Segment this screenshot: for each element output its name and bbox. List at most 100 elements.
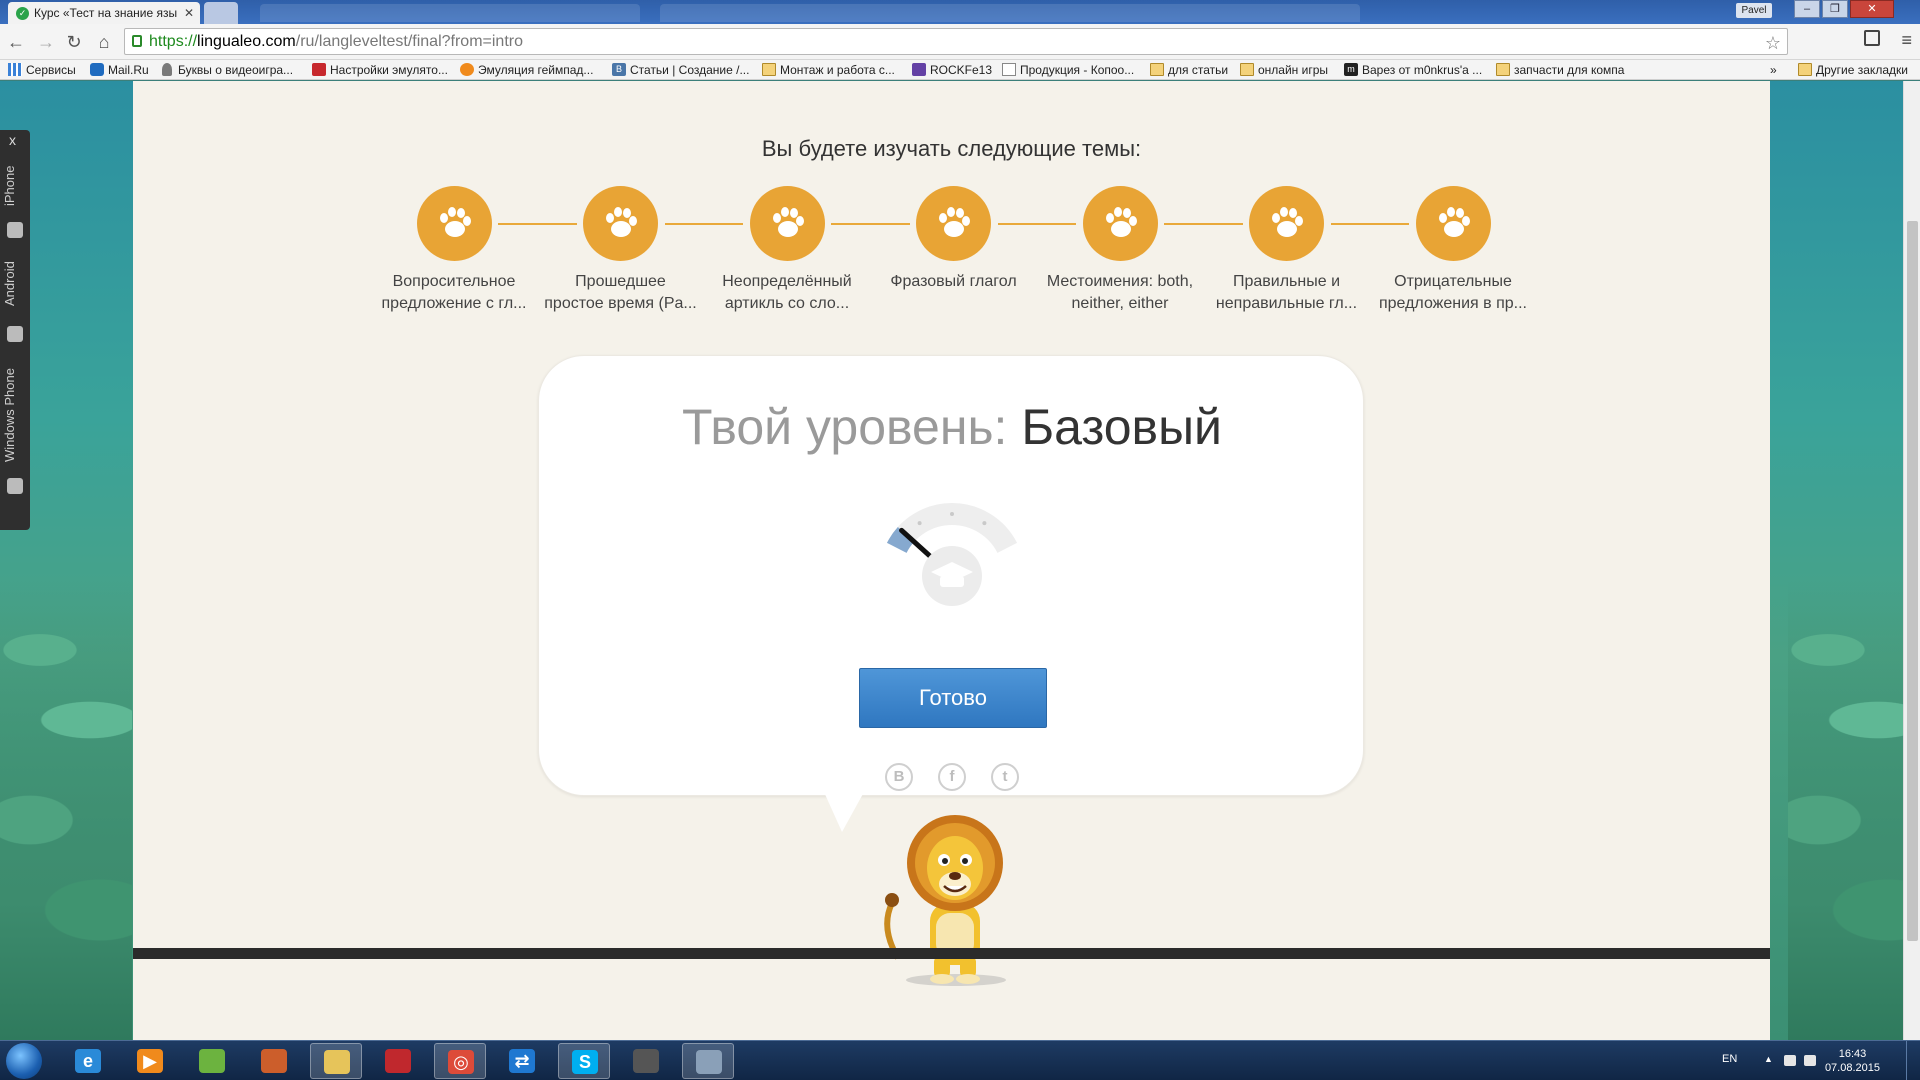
home-icon[interactable]: ⌂ — [94, 32, 114, 52]
system-tray: EN ▲ 16:43 07.08.2015 — [1700, 1041, 1920, 1080]
topic-item[interactable]: Вопросительное предложение с гл... — [369, 186, 539, 315]
bookmark-item[interactable]: ROCKFe13 — [912, 63, 992, 77]
bookmarks-overflow-button[interactable]: » — [1770, 63, 1777, 77]
bookmark-item[interactable]: онлайн игры — [1240, 63, 1328, 77]
topic-label-line: предложения в пр... — [1378, 295, 1527, 312]
taskbar-app-skype[interactable]: S — [558, 1043, 610, 1079]
windows-icon — [7, 478, 23, 494]
reload-icon[interactable]: ↻ — [64, 32, 84, 52]
topic-label-line: предложение с гл... — [381, 295, 527, 312]
topic-item[interactable]: Отрицательные предложения в пр... — [1368, 186, 1538, 315]
bookmark-item[interactable]: Сервисы — [8, 63, 76, 77]
taskbar-app-nvidia[interactable] — [186, 1043, 238, 1079]
tab-lingualeo[interactable]: ✓ Курс «Тест на знание язы ✕ — [8, 2, 200, 24]
level-gauge — [886, 503, 1018, 606]
bookmark-item[interactable]: Монтаж и работа с... — [762, 63, 895, 77]
gauge-tick — [917, 521, 922, 526]
topic-label-line: Прошедшее — [575, 273, 666, 290]
windows-taskbar: e ▶ ◎ ⇄ S EN ▲ 16:43 07.08.2015 — [0, 1040, 1920, 1080]
jungle-background-left — [0, 580, 132, 1040]
iphone-link[interactable]: iPhone — [2, 152, 28, 220]
bookmark-item[interactable]: B Статьи | Создание /... — [612, 63, 749, 77]
bookmark-item[interactable]: Mail.Ru — [90, 63, 149, 77]
language-indicator[interactable]: EN — [1722, 1053, 1737, 1065]
minimize-button[interactable]: – — [1794, 0, 1820, 18]
taskbar-app-keyboard-app[interactable] — [372, 1043, 424, 1079]
topic-item[interactable]: Фразовый глагол — [869, 186, 1039, 293]
extension-icon[interactable] — [1864, 30, 1880, 46]
android-link[interactable]: Android — [2, 248, 28, 320]
close-window-button[interactable]: ✕ — [1850, 0, 1894, 18]
twitter-share-icon[interactable]: t — [991, 763, 1019, 791]
topic-item[interactable]: Неопределённый артикль со сло... — [702, 186, 872, 315]
topic-label: Местоимения: both, neither, either — [1035, 271, 1205, 315]
taskbar-app-paint[interactable] — [248, 1043, 300, 1079]
paint-icon — [261, 1049, 287, 1073]
bookmark-item[interactable]: для статьи — [1150, 63, 1228, 77]
bookmark-item[interactable]: запчасти для компа — [1496, 63, 1624, 77]
widget-close-icon[interactable]: x — [9, 132, 16, 148]
tab-close-icon[interactable]: ✕ — [184, 6, 194, 20]
bookmark-item[interactable]: Продукция - Копоо... — [1002, 63, 1134, 77]
page-scrollbar[interactable] — [1903, 81, 1920, 1040]
tray-expand-icon[interactable]: ▲ — [1764, 1054, 1773, 1065]
topic-item[interactable]: Местоимения: both, neither, either — [1035, 186, 1205, 315]
forward-icon[interactable]: → — [36, 32, 56, 52]
taskbar-app-explorer[interactable] — [310, 1043, 362, 1079]
profile-button[interactable]: Pavel — [1736, 3, 1772, 18]
bookmark-label: Сервисы — [26, 63, 76, 77]
topic-item[interactable]: Прошедшее простое время (Pa... — [536, 186, 706, 315]
topic-badge — [1415, 186, 1491, 261]
done-button[interactable]: Готово — [859, 668, 1047, 728]
new-tab-button[interactable] — [204, 2, 238, 24]
topic-label: Отрицательные предложения в пр... — [1368, 271, 1538, 315]
paw-icon — [772, 207, 804, 237]
topic-item[interactable]: Правильные и неправильные гл... — [1202, 186, 1372, 315]
bookmark-item[interactable]: m Варез от m0nkrus'a ... — [1344, 63, 1482, 77]
file-manager-icon — [696, 1050, 722, 1074]
paw-icon — [939, 207, 970, 237]
gauge-tick — [950, 512, 954, 516]
bookmark-item[interactable]: Буквы о видеоигра... — [160, 63, 293, 77]
chrome-menu-icon[interactable]: ≡ — [1901, 30, 1912, 51]
internet-explorer-icon: e — [75, 1049, 101, 1073]
window-titlebar: ✓ Курс «Тест на знание язы ✕ Pavel – ❐ ✕ — [0, 0, 1920, 24]
volume-icon[interactable] — [1804, 1055, 1816, 1066]
mailru-icon — [90, 63, 104, 76]
scrollbar-thumb[interactable] — [1907, 221, 1918, 941]
back-icon[interactable]: ← — [6, 32, 26, 52]
taskbar-app-chrome[interactable]: ◎ — [434, 1043, 486, 1079]
address-bar[interactable]: https://lingualeo.com/ru/langleveltest/f… — [124, 28, 1788, 55]
bookmark-label: запчасти для компа — [1514, 63, 1625, 77]
taskbar-app-internet-explorer[interactable]: e — [62, 1043, 114, 1079]
taskbar-app-teamviewer[interactable]: ⇄ — [496, 1043, 548, 1079]
network-icon[interactable] — [1784, 1055, 1796, 1066]
windows-phone-link[interactable]: Windows Phone — [2, 356, 28, 474]
topic-label-line: Отрицательные — [1394, 273, 1512, 290]
taskbar-app-media-player[interactable]: ▶ — [124, 1043, 176, 1079]
bookmark-item[interactable]: Настройки эмулято... — [312, 63, 448, 77]
jungle-background-right — [1788, 580, 1920, 1040]
clock-date: 07.08.2015 — [1824, 1062, 1880, 1074]
topic-label-line: Правильные и — [1232, 273, 1341, 290]
bookmark-item[interactable]: Эмуляция геймпад... — [460, 63, 593, 77]
taskbar-app-file-manager[interactable] — [682, 1043, 734, 1079]
person-icon — [162, 63, 172, 76]
folder-icon — [1240, 63, 1254, 76]
taskbar-app-game[interactable] — [620, 1043, 672, 1079]
facebook-share-icon[interactable]: f — [938, 763, 966, 791]
android-icon — [7, 326, 23, 342]
main-content: Вы будете изучать следующие темы: Вопрос… — [133, 81, 1770, 1040]
folder-icon — [1150, 63, 1164, 76]
start-button[interactable] — [6, 1043, 42, 1079]
maximize-button[interactable]: ❐ — [1822, 0, 1848, 18]
url-host: lingualeo.com — [197, 33, 296, 50]
bookmark-label: Продукция - Копоо... — [1020, 63, 1135, 77]
other-bookmarks[interactable]: Другие закладки — [1798, 63, 1908, 77]
clock[interactable]: 16:43 07.08.2015 — [1825, 1047, 1880, 1075]
vk-share-icon[interactable]: B — [885, 763, 913, 791]
show-desktop-button[interactable] — [1906, 1041, 1920, 1080]
folder-icon — [1798, 63, 1812, 76]
bookmark-star-icon[interactable]: ☆ — [1765, 31, 1781, 56]
page-footer-edge — [133, 948, 1770, 959]
